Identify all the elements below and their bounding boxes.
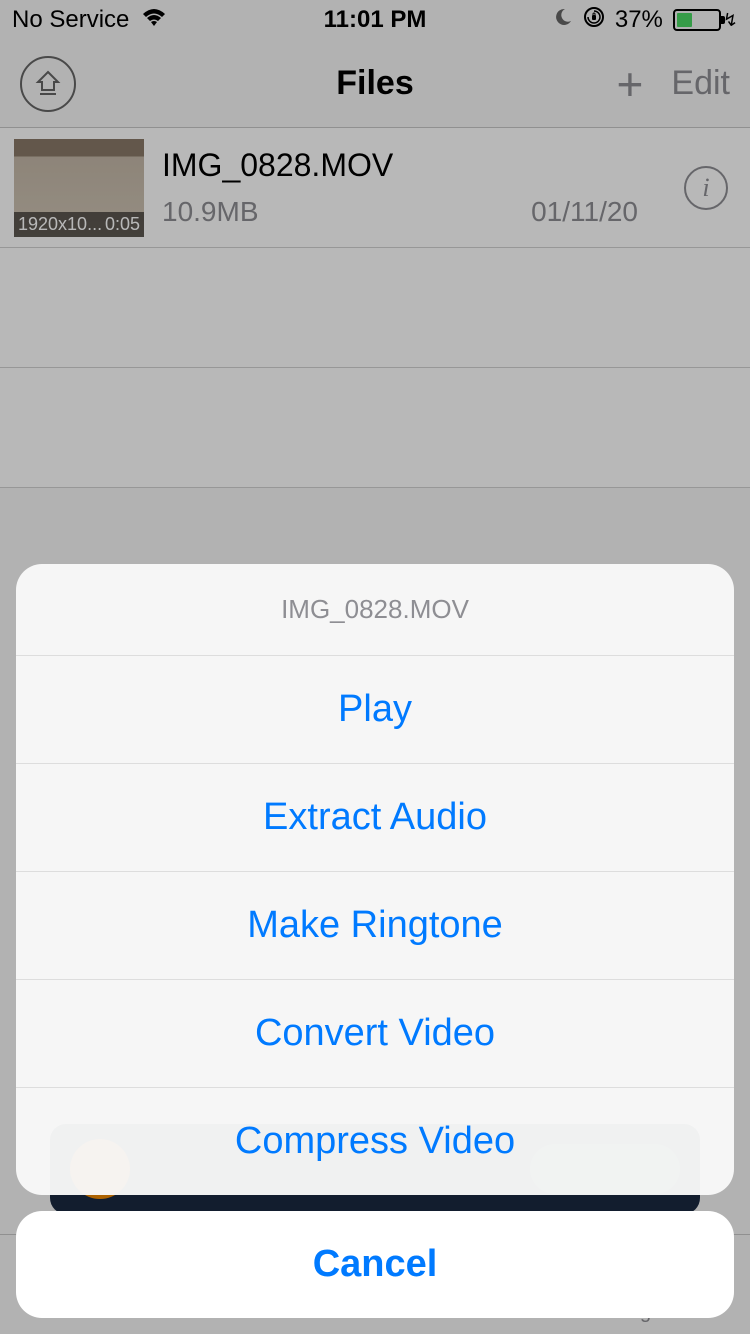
action-sheet: IMG_0828.MOV Play Extract Audio Make Rin… <box>16 564 734 1318</box>
action-extract-audio[interactable]: Extract Audio <box>16 764 734 872</box>
action-play[interactable]: Play <box>16 656 734 764</box>
action-sheet-title: IMG_0828.MOV <box>16 564 734 656</box>
action-cancel[interactable]: Cancel <box>16 1211 734 1318</box>
action-make-ringtone[interactable]: Make Ringtone <box>16 872 734 980</box>
action-convert-video[interactable]: Convert Video <box>16 980 734 1088</box>
action-compress-video[interactable]: Compress Video <box>16 1088 734 1195</box>
